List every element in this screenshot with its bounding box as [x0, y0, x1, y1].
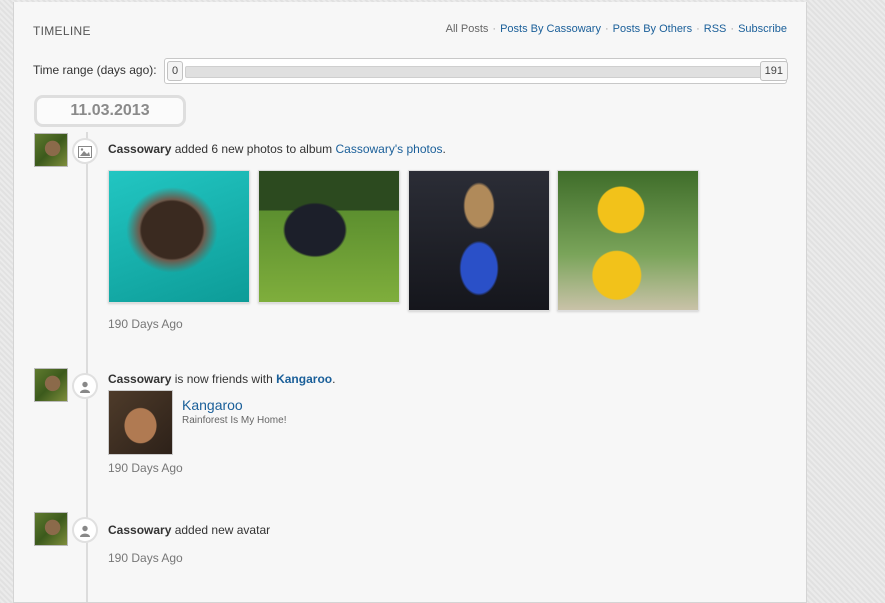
nav-posts-by-others[interactable]: Posts By Others — [613, 23, 692, 35]
album-link[interactable]: Cassowary's photos — [336, 142, 443, 156]
event-user[interactable]: Cassowary — [108, 372, 171, 386]
nav-rss[interactable]: RSS — [704, 23, 727, 35]
image-icon — [72, 138, 98, 164]
nav-separator: · — [604, 23, 609, 35]
page-title: TIMELINE — [33, 24, 91, 38]
photo-thumbnail[interactable] — [408, 170, 550, 311]
nav-separator: · — [696, 23, 700, 35]
nav-separator: · — [492, 23, 497, 35]
photo-thumbnail[interactable] — [108, 170, 250, 303]
slider-handle-max[interactable]: 191 — [759, 61, 788, 81]
friend-tagline: Rainforest Is My Home! — [182, 415, 287, 426]
avatar[interactable] — [34, 368, 68, 402]
user-icon — [72, 373, 98, 399]
event-suffix: . — [332, 372, 336, 386]
event-user[interactable]: Cassowary — [108, 142, 171, 156]
event-text: Cassowary is now friends with Kangaroo. — [108, 372, 335, 386]
photo-strip — [108, 170, 708, 311]
event-action: is now friends with — [171, 372, 277, 386]
nav-posts-by-cassowary[interactable]: Posts By Cassowary — [500, 23, 601, 35]
nav-separator: · — [730, 23, 735, 35]
avatar[interactable] — [34, 512, 68, 546]
photo-thumbnail[interactable] — [258, 170, 400, 303]
event-time: 190 Days Ago — [108, 317, 183, 331]
event-action: added 6 new photos to album — [171, 142, 336, 156]
time-range-slider[interactable]: 0 191 — [164, 58, 788, 84]
event-text: Cassowary added new avatar — [108, 523, 270, 537]
nav-subscribe[interactable]: Subscribe — [738, 23, 787, 35]
slider-handle-min[interactable]: 0 — [167, 61, 184, 81]
date-badge: 11.03.2013 — [34, 95, 186, 127]
nav-all-posts[interactable]: All Posts — [446, 23, 489, 35]
friend-name-link[interactable]: Kangaroo — [182, 397, 243, 413]
event-user[interactable]: Cassowary — [108, 523, 171, 537]
event-action: added new avatar — [171, 523, 271, 537]
event-time: 190 Days Ago — [108, 551, 183, 565]
user-icon — [72, 517, 98, 543]
time-range-label: Time range (days ago): — [33, 63, 157, 77]
timeline-filter-nav: All Posts · Posts By Cassowary · Posts By Ot… — [446, 23, 787, 35]
photo-thumbnail[interactable] — [557, 170, 699, 311]
friend-avatar[interactable] — [108, 390, 173, 455]
event-suffix: . — [442, 142, 446, 156]
timeline-panel: TIMELINE All Posts · Posts By Cassowary · Po… — [13, 2, 807, 603]
event-text: Cassowary added 6 new photos to album Ca… — [108, 142, 446, 156]
friend-link[interactable]: Kangaroo — [276, 372, 332, 386]
event-time: 190 Days Ago — [108, 461, 183, 475]
avatar[interactable] — [34, 133, 68, 167]
slider-track[interactable] — [185, 66, 764, 78]
